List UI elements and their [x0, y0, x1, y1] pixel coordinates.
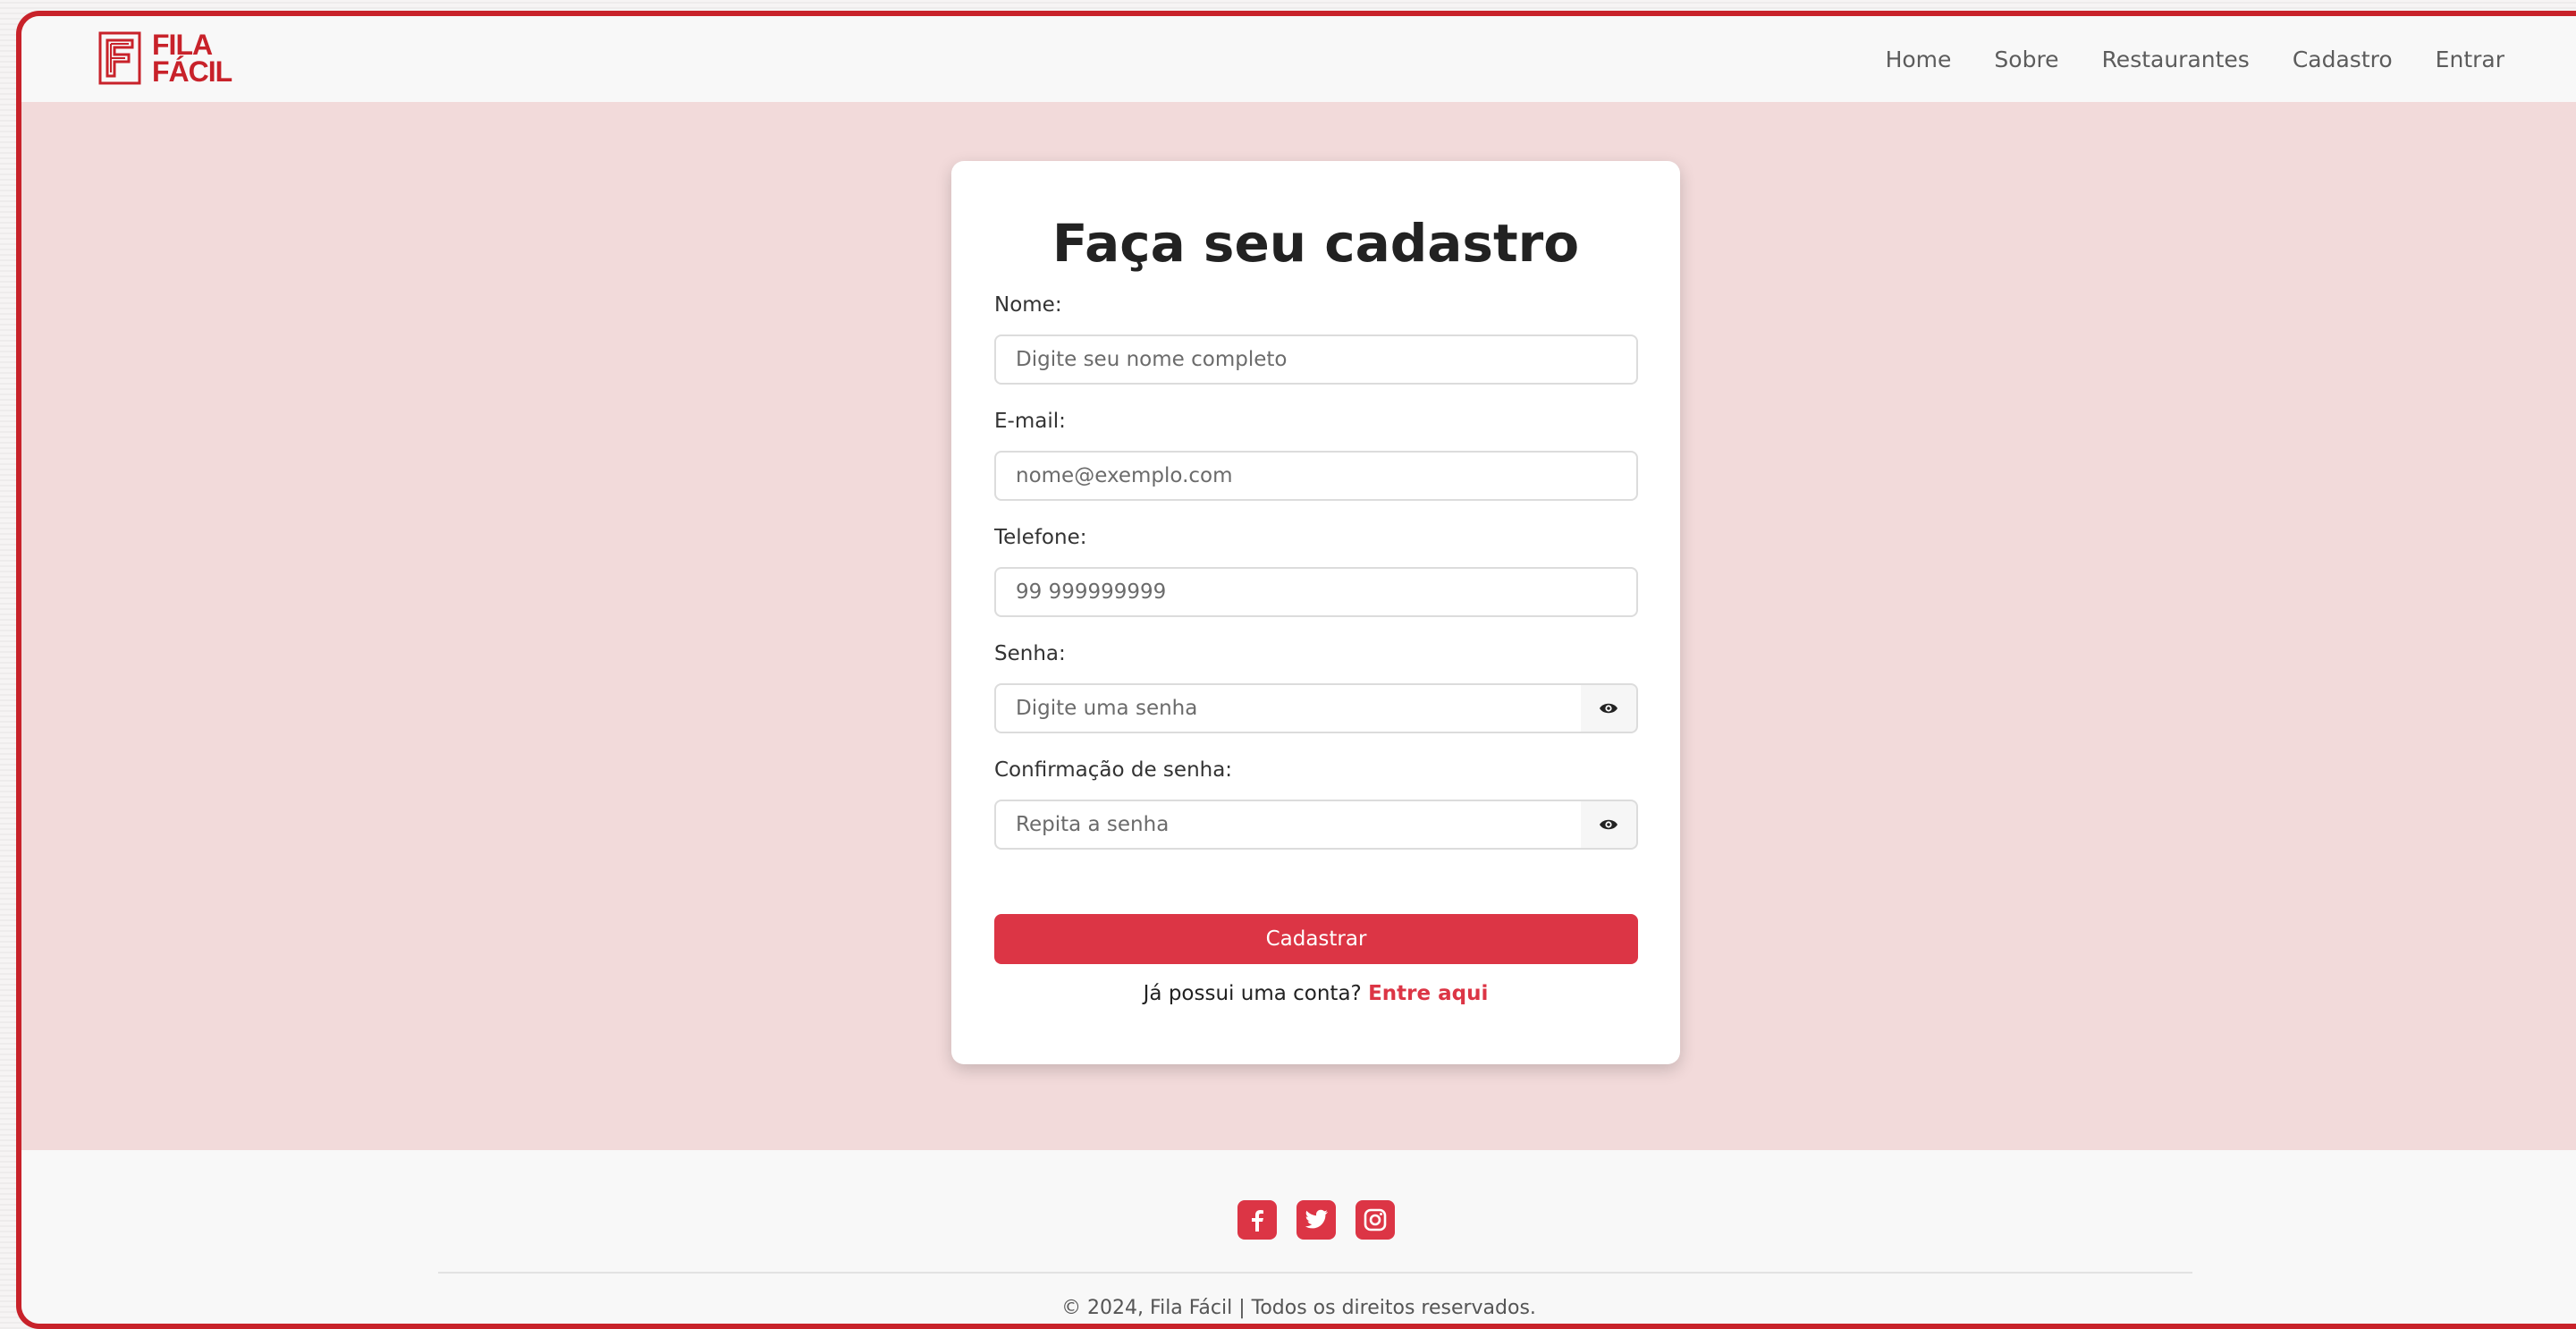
nav-home[interactable]: Home: [1886, 47, 1952, 72]
footer: © 2024, Fila Fácil | Todos os direitos r…: [21, 1150, 2576, 1324]
page-title: Faça seu cadastro: [1052, 213, 1580, 274]
phone-input[interactable]: [994, 567, 1638, 617]
password-label: Senha:: [994, 642, 1066, 665]
name-label: Nome:: [994, 293, 1062, 317]
email-label: E-mail:: [994, 410, 1066, 433]
social-links: [1237, 1200, 1395, 1240]
page-frame: FILA FÁCIL Home Sobre Restaurantes Cadas…: [16, 11, 2576, 1329]
main-nav: Home Sobre Restaurantes Cadastro Entrar: [1886, 16, 2504, 102]
name-input[interactable]: [994, 334, 1638, 385]
navbar: FILA FÁCIL Home Sobre Restaurantes Cadas…: [21, 16, 2576, 102]
confirm-password-input[interactable]: [994, 800, 1583, 850]
login-prompt-text: Já possui uma conta?: [1143, 982, 1362, 1005]
brand-line-2: FÁCIL: [152, 55, 232, 88]
brand-name: FILA FÁCIL: [152, 29, 232, 88]
login-prompt: Já possui uma conta? Entre aqui: [951, 982, 1680, 1005]
eye-icon: [1600, 819, 1617, 830]
nav-entrar[interactable]: Entrar: [2436, 47, 2504, 72]
logo-icon: [98, 31, 141, 85]
signup-card: Faça seu cadastro Nome: E-mail: Telefone…: [951, 161, 1680, 1064]
nav-cadastro[interactable]: Cadastro: [2293, 47, 2393, 72]
cadastrar-button[interactable]: Cadastrar: [994, 914, 1638, 964]
eye-icon: [1600, 703, 1617, 714]
facebook-icon[interactable]: [1237, 1200, 1277, 1240]
nav-restaurantes[interactable]: Restaurantes: [2102, 47, 2250, 72]
instagram-icon[interactable]: [1356, 1200, 1395, 1240]
footer-divider: [438, 1272, 2192, 1274]
copyright-text: © 2024, Fila Fácil | Todos os direitos r…: [1061, 1297, 1536, 1319]
brand-line-1: FILA: [152, 29, 213, 61]
brand-logo[interactable]: FILA FÁCIL: [98, 29, 232, 88]
toggle-password-button[interactable]: [1581, 683, 1638, 733]
phone-label: Telefone:: [994, 526, 1087, 549]
confirm-password-label: Confirmação de senha:: [994, 758, 1233, 782]
email-input[interactable]: [994, 451, 1638, 501]
twitter-icon[interactable]: [1296, 1200, 1336, 1240]
password-input[interactable]: [994, 683, 1583, 733]
toggle-confirm-password-button[interactable]: [1581, 800, 1638, 850]
nav-sobre[interactable]: Sobre: [1994, 47, 2058, 72]
login-link[interactable]: Entre aqui: [1368, 982, 1488, 1005]
